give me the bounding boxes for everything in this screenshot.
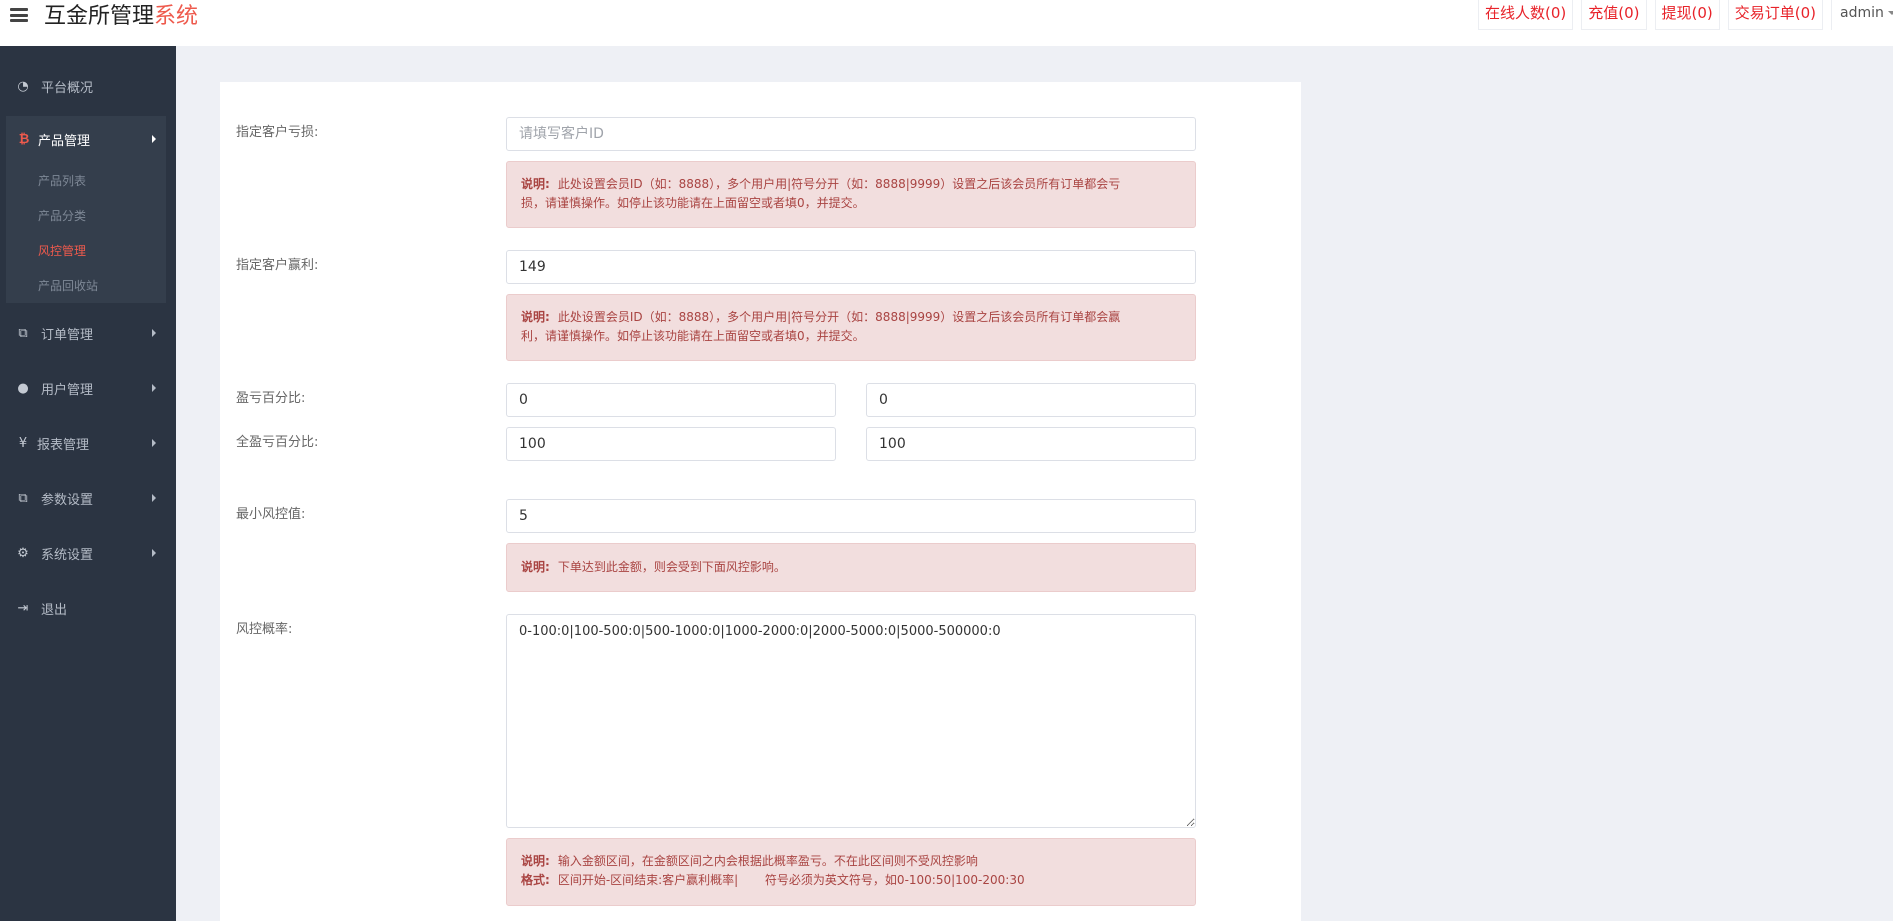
loss-customer-input[interactable] <box>506 117 1196 151</box>
note-text: 损，请谨慎操作。如停止该功能请在上面留空或者填0，并提交。 <box>521 196 865 210</box>
note-title: 说明: <box>521 310 550 324</box>
copy-icon: ⧉ <box>18 490 28 506</box>
note-text: 利，请谨慎操作。如停止该功能请在上面留空或者填0，并提交。 <box>521 329 865 343</box>
risk-probability-note: 说明: 输入金额区间，在金额区间之内会根据此概率盈亏。不在此区间则不受风控影响 格… <box>506 838 1196 906</box>
sidebar-item-label: 报表管理 <box>37 437 90 453</box>
full-pl-percent-min-input[interactable] <box>506 427 836 461</box>
sidebar-subitem-product-list[interactable]: 产品列表 <box>38 173 86 189</box>
profit-customer-input[interactable] <box>506 250 1196 284</box>
sidebar-item-label: 订单管理 <box>41 327 94 343</box>
note-title: 说明: <box>521 177 550 191</box>
note-title: 说明: <box>521 560 550 574</box>
loss-note: 说明: 此处设置会员ID（如：8888），多个用户用|符号分开（如：8888|99… <box>506 161 1196 228</box>
sidebar-item-label: 退出 <box>41 602 68 618</box>
sidebar-item-logout[interactable]: ⇥ 退出 <box>6 592 166 624</box>
full-pl-percent-label: 全盈亏百分比: <box>236 435 319 450</box>
sidebar-item-label: 产品管理 <box>38 133 91 149</box>
min-risk-input[interactable] <box>506 499 1196 533</box>
sidebar-item-label: 参数设置 <box>41 492 94 508</box>
min-risk-note: 说明: 下单达到此金额，则会受到下面风控影响。 <box>506 543 1196 592</box>
chevron-right-icon <box>152 329 156 337</box>
sign-out-icon: ⇥ <box>17 600 29 616</box>
sidebar-item-products[interactable]: ₿ 产品管理 <box>6 116 166 162</box>
bitcoin-icon: ₿ <box>18 132 30 147</box>
copy-icon: ⧉ <box>18 325 28 341</box>
sidebar-item-label: 系统设置 <box>41 547 94 563</box>
menu-toggle-icon[interactable] <box>10 6 28 24</box>
risk-probability-textarea[interactable]: 0-100:0|100-500:0|500-1000:0|1000-2000:0… <box>506 614 1196 828</box>
chevron-right-icon <box>152 384 156 392</box>
risk-probability-label: 风控概率: <box>236 622 293 637</box>
pl-percent-label: 盈亏百分比: <box>236 391 306 406</box>
note-text: 此处设置会员ID（如：8888），多个用户用|符号分开（如：8888|9999）… <box>557 177 1121 191</box>
sidebar-item-label: 平台概况 <box>41 80 94 96</box>
chevron-right-icon <box>152 494 156 502</box>
recharge-link[interactable]: 充值(0) <box>1581 0 1647 30</box>
chevron-right-icon <box>152 549 156 557</box>
pl-percent-max-input[interactable] <box>866 383 1196 417</box>
risk-control-form: 指定客户亏损: 说明: 此处设置会员ID（如：8888），多个用户用|符号分开（如… <box>220 82 1301 921</box>
loss-customer-label: 指定客户亏损: <box>236 125 319 140</box>
trade-orders-link[interactable]: 交易订单(0) <box>1727 0 1823 30</box>
sidebar-subitem-recycle-bin[interactable]: 产品回收站 <box>38 278 98 294</box>
online-users-link[interactable]: 在线人数(0) <box>1478 0 1574 30</box>
min-risk-label: 最小风控值: <box>236 507 306 522</box>
sidebar-item-overview[interactable]: ◔ 平台概况 <box>6 70 166 102</box>
sidebar-subitem-product-category[interactable]: 产品分类 <box>38 208 86 224</box>
top-nav: 在线人数(0) 充值(0) 提现(0) 交易订单(0) admin <box>1470 0 1893 30</box>
user-icon: ● <box>17 380 29 396</box>
note-text: 区间开始-区间结束:客户赢利概率| 符号必须为英文符号，如0-100:50|10… <box>557 873 1025 887</box>
full-pl-percent-max-input[interactable] <box>866 427 1196 461</box>
top-bar: 互金所管理系统 在线人数(0) 充值(0) 提现(0) 交易订单(0) admi… <box>0 0 1893 46</box>
note-title: 说明: <box>521 854 550 868</box>
sidebar-item-system[interactable]: ⚙ 系统设置 <box>6 537 166 569</box>
sidebar: ◔ 平台概况 ₿ 产品管理 产品列表 产品分类 风控管理 产品回收站 ⧉ 订单管… <box>0 46 176 921</box>
sidebar-item-reports[interactable]: ¥ 报表管理 <box>6 427 166 459</box>
note-text: 下单达到此金额，则会受到下面风控影响。 <box>557 560 786 574</box>
sidebar-item-params[interactable]: ⧉ 参数设置 <box>6 482 166 514</box>
gears-icon: ⚙ <box>17 545 29 561</box>
user-name: admin <box>1840 5 1884 21</box>
sidebar-item-label: 用户管理 <box>41 382 94 398</box>
dashboard-icon: ◔ <box>17 78 29 94</box>
sidebar-item-orders[interactable]: ⧉ 订单管理 <box>6 317 166 349</box>
app-title: 互金所管理系统 <box>44 4 199 29</box>
sidebar-group-products: ₿ 产品管理 产品列表 产品分类 风控管理 产品回收站 <box>6 116 166 303</box>
withdraw-link[interactable]: 提现(0) <box>1654 0 1720 30</box>
pl-percent-min-input[interactable] <box>506 383 836 417</box>
caret-down-icon <box>1887 11 1893 15</box>
note-text: 输入金额区间，在金额区间之内会根据此概率盈亏。不在此区间则不受风控影响 <box>557 854 978 868</box>
user-menu[interactable]: admin <box>1831 0 1893 30</box>
note-title: 格式: <box>521 873 550 887</box>
sidebar-item-users[interactable]: ● 用户管理 <box>6 372 166 404</box>
sidebar-subitem-risk-control[interactable]: 风控管理 <box>38 243 86 259</box>
profit-customer-label: 指定客户赢利: <box>236 258 319 273</box>
note-text: 此处设置会员ID（如：8888），多个用户用|符号分开（如：8888|9999）… <box>557 310 1121 324</box>
yen-icon: ¥ <box>18 435 28 451</box>
chevron-right-icon <box>152 439 156 447</box>
chevron-right-icon <box>152 135 156 143</box>
profit-note: 说明: 此处设置会员ID（如：8888），多个用户用|符号分开（如：8888|99… <box>506 294 1196 361</box>
